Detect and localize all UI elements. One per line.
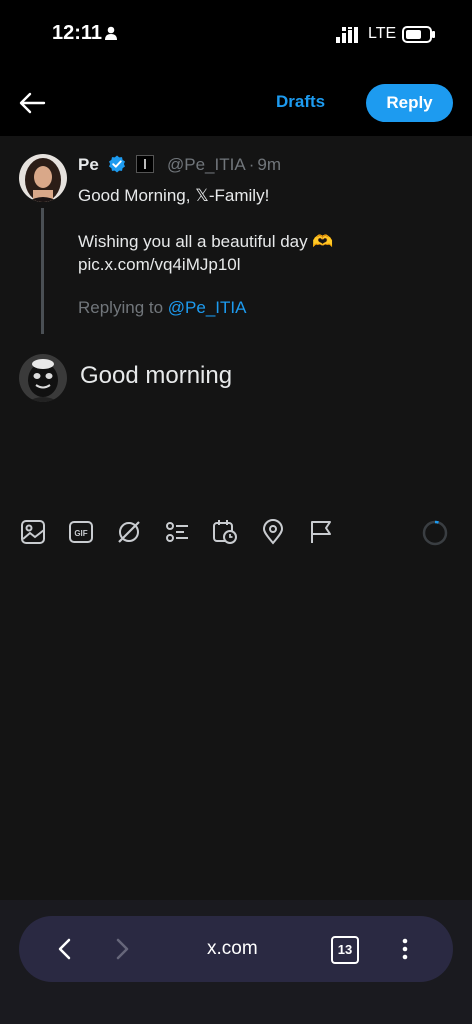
affiliate-badge-icon: [136, 155, 155, 173]
reply-text-input[interactable]: Good morning: [80, 362, 232, 390]
compose-header: Drafts Reply: [0, 70, 472, 136]
post-header: Pe @Pe_ITIA · 9m: [78, 155, 281, 175]
compose-toolbar: GIF: [0, 515, 472, 549]
grok-icon[interactable]: [116, 519, 142, 545]
verified-badge-icon: [108, 155, 125, 173]
post-text: Good Morning, 𝕏-Family! Wishing you all …: [78, 184, 458, 276]
user-avatar[interactable]: [19, 354, 67, 402]
browser-menu-icon[interactable]: [401, 938, 409, 960]
signal-icon: [336, 27, 358, 43]
schedule-icon[interactable]: [212, 519, 238, 545]
author-handle: @Pe_ITIA: [167, 155, 246, 174]
battery-icon: [402, 26, 435, 43]
flag-icon[interactable]: [308, 519, 334, 545]
svg-text:GIF: GIF: [74, 529, 87, 538]
browser-back-icon[interactable]: [57, 937, 73, 961]
author-name[interactable]: Pe: [78, 155, 99, 174]
browser-url[interactable]: x.com: [207, 938, 258, 960]
post-time: 9m: [257, 155, 281, 174]
back-arrow-icon[interactable]: [18, 91, 46, 115]
location-icon[interactable]: [260, 519, 286, 545]
drafts-button[interactable]: Drafts: [276, 92, 325, 112]
replying-to-handle[interactable]: @Pe_ITIA: [168, 298, 247, 317]
post-text-line: Wishing you all a beautiful day 🫶: [78, 232, 334, 251]
thread-line: [41, 208, 44, 334]
separator-dot: ·: [248, 155, 255, 174]
poll-icon[interactable]: [164, 519, 190, 545]
network-type: LTE: [368, 25, 397, 42]
browser-tabs-button[interactable]: 13: [331, 936, 359, 964]
browser-forward-icon[interactable]: [114, 937, 130, 961]
reply-button[interactable]: Reply: [366, 84, 453, 122]
status-time: 12:11: [52, 22, 103, 44]
author-avatar[interactable]: [19, 154, 67, 202]
post-text-line: Good Morning, 𝕏-Family!: [78, 186, 270, 205]
post-media-link[interactable]: pic.x.com/vq4iMJp10l: [78, 253, 458, 276]
replying-to: Replying to @Pe_ITIA: [78, 298, 246, 318]
status-bar: 12:11 LTE: [0, 0, 472, 70]
character-count-ring: [422, 520, 448, 546]
browser-url-pill: x.com 13: [19, 916, 453, 982]
person-icon: [105, 26, 117, 40]
replying-to-label: Replying to: [78, 298, 164, 317]
gif-icon[interactable]: GIF: [68, 519, 94, 545]
browser-bar: x.com 13: [0, 900, 472, 1024]
image-icon[interactable]: [20, 519, 46, 545]
